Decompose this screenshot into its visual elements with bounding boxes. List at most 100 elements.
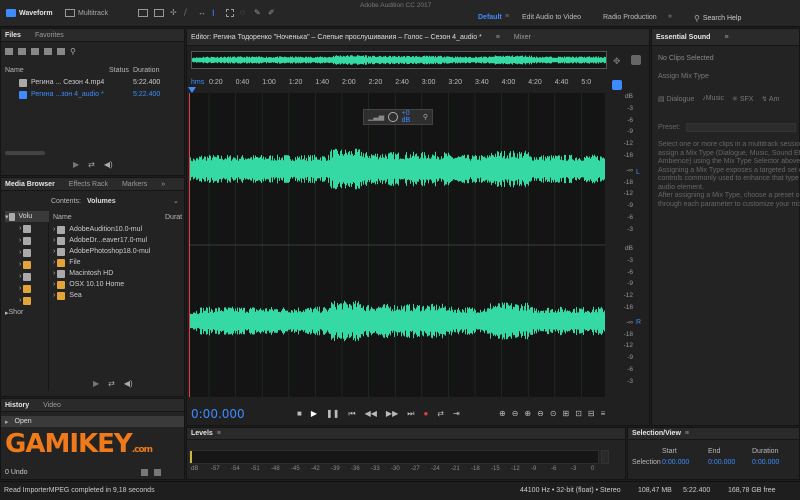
stop-button[interactable]: ■ xyxy=(297,409,302,419)
clip-indicators[interactable] xyxy=(601,450,609,464)
pin-icon[interactable]: ⚲ xyxy=(423,113,428,121)
tree-item[interactable]: › xyxy=(19,235,35,246)
history-item-open[interactable]: ▸ Open xyxy=(1,416,184,427)
contents-dropdown[interactable]: Volumes xyxy=(87,198,167,205)
go-to-end-button[interactable]: ⏭ xyxy=(407,409,414,419)
volume-hud[interactable]: ▁▃▅ +0 dB ⚲ xyxy=(363,109,433,125)
new-file-icon[interactable] xyxy=(18,48,26,55)
zoom-in-point-icon[interactable]: ⊡ xyxy=(575,409,582,418)
time-ruler[interactable]: hms 0:20 0:40 1:00 1:20 1:40 2:00 2:20 2:40 3:00… xyxy=(187,79,607,93)
mix-type-dialogue[interactable]: ▤ Dialogue xyxy=(658,95,694,103)
tree-item[interactable]: › xyxy=(19,223,35,234)
levels-menu-icon[interactable]: ≡ xyxy=(217,430,221,437)
selection-menu-icon[interactable]: ≡ xyxy=(685,430,689,437)
tab-video[interactable]: Video xyxy=(43,402,61,409)
tab-favorites[interactable]: Favorites xyxy=(35,32,64,39)
zoom-in-time-icon[interactable]: ⊕ xyxy=(524,409,531,418)
waveform-mode-button[interactable]: Waveform xyxy=(6,9,53,17)
tree-item[interactable]: › xyxy=(19,295,35,306)
workspace-menu-icon[interactable]: ≡ xyxy=(505,13,509,20)
channel-right-label[interactable]: R xyxy=(636,319,641,326)
list-item[interactable]: › Sea xyxy=(53,290,82,301)
tab-media-browser[interactable]: Media Browser xyxy=(5,181,55,188)
tab-mixer[interactable]: Mixer xyxy=(514,34,531,41)
chevron-down-icon[interactable]: ⌄ xyxy=(173,197,179,205)
zoom-out-full-icon[interactable]: ⊙ xyxy=(550,409,557,418)
tree-item[interactable]: › xyxy=(19,283,35,294)
pitch-display-icon[interactable] xyxy=(154,9,164,17)
close-file-icon[interactable] xyxy=(44,48,52,55)
marquee-tool-icon[interactable] xyxy=(226,9,234,17)
channel-left-label[interactable]: L xyxy=(636,169,640,176)
time-selection-tool-icon[interactable]: I xyxy=(212,9,220,18)
zoom-in-amplitude-icon[interactable]: ⊕ xyxy=(499,409,506,418)
mix-type-sfx[interactable]: ✳ SFX xyxy=(732,95,753,103)
spot-healing-tool-icon[interactable]: ✐ xyxy=(268,9,276,17)
list-item[interactable]: › Macintosh HD xyxy=(53,268,113,279)
multitrack-mode-button[interactable]: Multitrack xyxy=(65,9,108,17)
list-item[interactable]: › OSX 10.10 Home xyxy=(53,279,124,290)
files-scrollbar[interactable] xyxy=(5,151,45,155)
filter-icon[interactable]: ⚲ xyxy=(70,48,78,56)
more-tabs-icon[interactable]: » xyxy=(161,181,165,188)
fast-forward-button[interactable]: ▶▶ xyxy=(386,409,398,419)
preset-dropdown[interactable] xyxy=(686,123,797,132)
tab-effects-rack[interactable]: Effects Rack xyxy=(69,181,108,188)
brush-tool-icon[interactable]: ✎ xyxy=(254,9,262,17)
selection-end-value[interactable]: 0:00.000 xyxy=(708,459,735,466)
pause-button[interactable]: ❚❚ xyxy=(326,409,339,419)
file-row-selected[interactable]: Регина ...зон 4_audio * 5:22.400 xyxy=(19,89,183,100)
overview-pin-icon[interactable] xyxy=(631,55,641,65)
list-item[interactable]: › AdobeAudition10.0-mul xyxy=(53,224,142,235)
spectral-display-icon[interactable] xyxy=(138,9,148,17)
help-search-box[interactable]: ⚲ Search Help xyxy=(694,12,794,24)
import-icon[interactable] xyxy=(31,48,39,55)
mix-type-ambience[interactable]: ↯ Am xyxy=(761,95,779,103)
delete-icon[interactable] xyxy=(154,469,161,476)
loop-button[interactable]: ⇄ xyxy=(437,409,444,419)
play-icon[interactable]: ▶ xyxy=(73,160,79,169)
essential-sound-title[interactable]: Essential Sound xyxy=(656,34,710,41)
list-item[interactable]: › AdobeDr...eaver17.0-mul xyxy=(53,235,147,246)
undo-icon[interactable] xyxy=(141,469,148,476)
tree-item[interactable]: › xyxy=(19,271,35,282)
tree-item[interactable]: › xyxy=(19,247,35,258)
headphone-icon[interactable] xyxy=(612,80,622,90)
levels-title[interactable]: Levels xyxy=(191,430,213,437)
list-item[interactable]: › File xyxy=(53,257,81,268)
selection-view-title[interactable]: Selection/View xyxy=(632,430,681,437)
zoom-selection-icon[interactable]: ⊞ xyxy=(563,409,570,418)
list-item[interactable]: › AdobePhotoshop18.0-mul xyxy=(53,246,150,257)
slip-tool-icon[interactable]: ↔ xyxy=(198,9,206,17)
volume-icon[interactable]: ◀) xyxy=(104,160,113,169)
record-button[interactable]: ● xyxy=(423,409,428,419)
volume-knob-icon[interactable] xyxy=(388,112,398,122)
loop-icon[interactable]: ⇄ xyxy=(108,379,115,388)
selection-duration-value[interactable]: 0:00.000 xyxy=(752,459,779,466)
lasso-tool-icon[interactable]: ◌ xyxy=(240,9,248,17)
waveform-area[interactable] xyxy=(189,93,605,397)
loop-icon[interactable]: ⇄ xyxy=(88,160,95,169)
editor-menu-icon[interactable]: ≡ xyxy=(496,34,500,41)
col-status[interactable]: Status xyxy=(109,67,133,74)
move-tool-icon[interactable]: ✢ xyxy=(170,9,178,17)
open-file-icon[interactable] xyxy=(5,48,13,55)
tab-markers[interactable]: Markers xyxy=(122,181,147,188)
razor-tool-icon[interactable]: ⧸ xyxy=(184,9,192,17)
workspace-default-tab[interactable]: Default xyxy=(478,14,502,21)
more-workspaces-icon[interactable]: » xyxy=(668,13,672,20)
zoom-menu-icon[interactable]: ≡ xyxy=(601,409,606,418)
volume-icon[interactable]: ◀) xyxy=(124,379,133,388)
workspace-radio-production-tab[interactable]: Radio Production xyxy=(603,14,657,21)
zoom-out-time-icon[interactable]: ⊖ xyxy=(537,409,544,418)
selection-start-value[interactable]: 0:00.000 xyxy=(662,459,689,466)
col-duration[interactable]: Duration xyxy=(133,67,159,74)
tree-root[interactable]: ▾ Volu xyxy=(5,211,49,222)
zoom-out-point-icon[interactable]: ⊟ xyxy=(588,409,595,418)
current-time-display[interactable]: 0:00.000 xyxy=(191,407,245,421)
waveform-overview[interactable] xyxy=(191,51,607,69)
tree-item[interactable]: › xyxy=(19,259,35,270)
tree-shortcuts[interactable]: ▸ Shor xyxy=(5,307,23,318)
col-name[interactable]: Name xyxy=(5,67,109,74)
go-to-start-button[interactable]: ⏮ xyxy=(348,409,355,419)
